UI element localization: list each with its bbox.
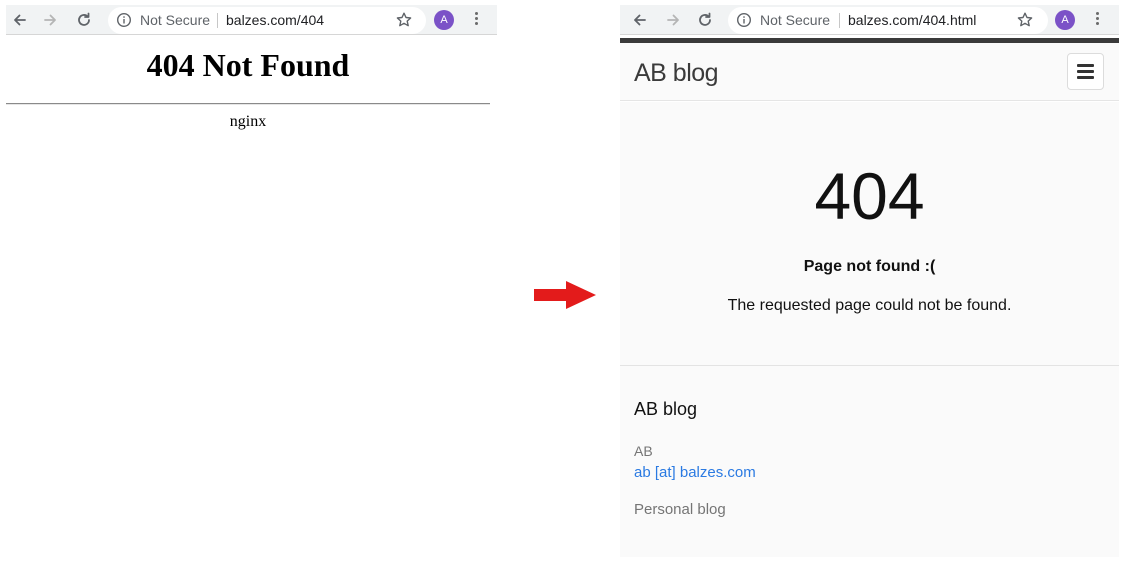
forward-button[interactable]: [663, 10, 683, 30]
footer-author: AB: [634, 443, 653, 459]
footer-email-link[interactable]: ab [at] balzes.com: [634, 464, 756, 481]
site-title-link[interactable]: AB blog: [634, 59, 719, 88]
error-heading: Page not found :(: [803, 258, 936, 275]
reload-button[interactable]: [74, 10, 94, 30]
address-bar[interactable]: Not Secure balzes.com/404.html: [728, 7, 1048, 34]
forward-button[interactable]: [40, 10, 60, 30]
back-button[interactable]: [630, 10, 650, 30]
error-content: 404 Page not found :( The requested page…: [620, 102, 1119, 366]
browser-toolbar: Not Secure balzes.com/404.html A: [620, 5, 1119, 35]
bookmark-star-icon[interactable]: [1016, 11, 1034, 29]
url-text[interactable]: balzes.com/404: [226, 12, 324, 28]
server-name: nginx: [229, 113, 267, 130]
back-arrow-icon: [14, 14, 26, 26]
footer-title: AB blog: [634, 399, 698, 419]
menu-dots-icon[interactable]: [472, 12, 480, 28]
back-button[interactable]: [10, 10, 30, 30]
right-browser-window: Not Secure balzes.com/404.html A AB blog…: [620, 5, 1119, 557]
security-label: Not Secure: [140, 12, 211, 28]
address-bar[interactable]: Not Secure balzes.com/404: [108, 7, 426, 34]
right-arrow-icon: [534, 281, 596, 309]
forward-arrow-icon: [44, 14, 56, 26]
profile-avatar[interactable]: A: [434, 10, 454, 30]
error-code: 404: [814, 159, 925, 233]
info-icon[interactable]: [736, 12, 752, 28]
reload-icon: [699, 12, 711, 26]
separator: [217, 13, 218, 28]
menu-dots-icon[interactable]: [1093, 12, 1101, 28]
left-browser-window: Not Secure balzes.com/404 A 404 Not Foun…: [6, 5, 497, 565]
bookmark-star-icon[interactable]: [395, 11, 413, 29]
browser-toolbar: Not Secure balzes.com/404 A: [6, 5, 497, 35]
reload-icon: [78, 12, 90, 26]
info-icon[interactable]: [116, 12, 132, 28]
site-footer: AB blog AB ab [at] balzes.com Personal b…: [620, 366, 1119, 557]
reload-button[interactable]: [695, 10, 715, 30]
separator: [839, 13, 840, 28]
site-header: AB blog: [620, 43, 1119, 101]
error-message: The requested page could not be found.: [727, 297, 1012, 314]
profile-avatar[interactable]: A: [1055, 10, 1075, 30]
footer-description: Personal blog: [634, 501, 726, 518]
page-title: 404 Not Found: [146, 47, 350, 83]
forward-arrow-icon: [667, 14, 679, 26]
url-text[interactable]: balzes.com/404.html: [848, 12, 976, 28]
back-arrow-icon: [634, 14, 646, 26]
divider: [6, 103, 490, 105]
security-label: Not Secure: [760, 12, 831, 28]
hamburger-menu-icon[interactable]: [1067, 53, 1104, 90]
